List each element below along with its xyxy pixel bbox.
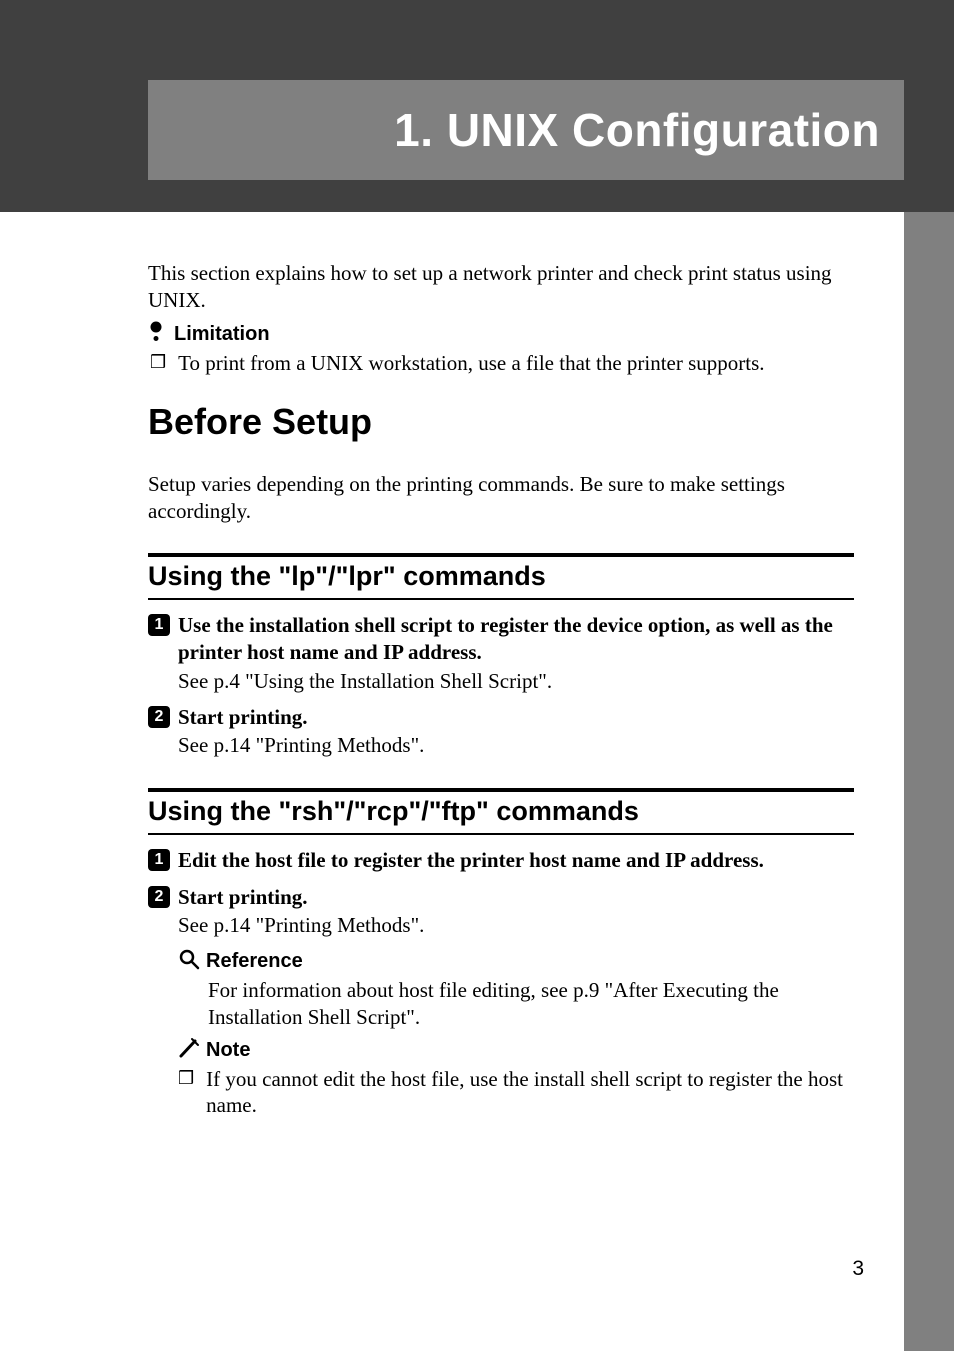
step-2-lp: 2 Start printing. — [148, 704, 854, 731]
step-2-rsh-sub: See p.14 "Printing Methods". — [178, 912, 854, 939]
intro-paragraph: This section explains how to set up a ne… — [148, 260, 854, 315]
section-rsh-heading: Using the "rsh"/"rcp"/"ftp" commands — [148, 792, 854, 833]
note-heading: Note — [178, 1037, 854, 1064]
reference-heading: Reference — [178, 948, 854, 975]
step-2-rsh-text: Start printing. — [178, 884, 308, 911]
note-label: Note — [206, 1039, 250, 1062]
limitation-icon — [148, 321, 164, 348]
chapter-title-box: 1. UNIX Configuration — [148, 80, 904, 180]
step-badge-2: 2 — [148, 706, 170, 728]
before-setup-heading: Before Setup — [148, 401, 854, 443]
reference-text: For information about host file editing,… — [208, 977, 854, 1031]
reference-label: Reference — [206, 950, 303, 973]
step-1-lp-text: Use the installation shell script to reg… — [178, 612, 854, 666]
reference-icon — [178, 948, 200, 975]
limitation-heading: Limitation — [148, 321, 854, 348]
section-rule — [148, 598, 854, 600]
step-1-lp-sub: See p.4 "Using the Installation Shell Sc… — [178, 668, 854, 695]
step-badge-1: 1 — [148, 849, 170, 871]
note-item-text: If you cannot edit the host file, use th… — [206, 1066, 854, 1120]
note-icon — [178, 1037, 200, 1064]
bullet-icon: ❒ — [150, 350, 166, 375]
bullet-icon: ❒ — [178, 1066, 194, 1091]
section-rule — [148, 833, 854, 835]
note-item: ❒ If you cannot edit the host file, use … — [178, 1066, 854, 1120]
limitation-item-text: To print from a UNIX workstation, use a … — [178, 350, 764, 377]
side-stripe — [904, 212, 954, 1351]
page-number: 3 — [852, 1257, 864, 1281]
before-setup-text: Setup varies depending on the printing c… — [148, 471, 854, 526]
step-1-rsh: 1 Edit the host file to register the pri… — [148, 847, 854, 874]
step-2-lp-text: Start printing. — [178, 704, 308, 731]
step-2-rsh: 2 Start printing. — [148, 884, 854, 911]
step-1-lp: 1 Use the installation shell script to r… — [148, 612, 854, 666]
step-2-lp-sub: See p.14 "Printing Methods". — [178, 732, 854, 759]
chapter-title: 1. UNIX Configuration — [394, 103, 880, 157]
limitation-item: ❒ To print from a UNIX workstation, use … — [150, 350, 854, 377]
content-area: This section explains how to set up a ne… — [148, 260, 854, 1119]
step-1-rsh-text: Edit the host file to register the print… — [178, 847, 764, 874]
step-badge-1: 1 — [148, 614, 170, 636]
step-badge-2: 2 — [148, 886, 170, 908]
section-lp-heading: Using the "lp"/"lpr" commands — [148, 557, 854, 598]
limitation-label: Limitation — [174, 323, 270, 346]
